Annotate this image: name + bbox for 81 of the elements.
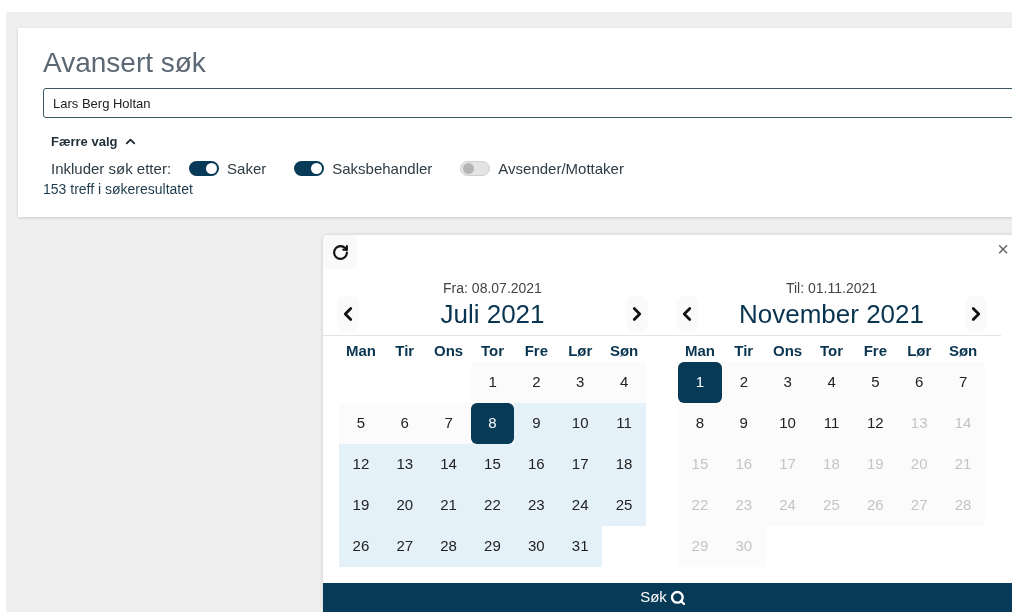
day-cell[interactable]: 3 bbox=[765, 362, 810, 403]
weekday-header: Tor bbox=[818, 341, 844, 361]
weekday-header: Søn bbox=[608, 341, 640, 361]
date-caption: Til: 01.11.2021 bbox=[784, 279, 879, 297]
day-cell[interactable]: 2 bbox=[514, 362, 559, 403]
day-cell[interactable]: 20 bbox=[382, 485, 427, 526]
search-field[interactable]: Lars Berg Holtan bbox=[43, 88, 1012, 118]
day-cell[interactable]: 9 bbox=[721, 403, 766, 444]
day-cell[interactable]: 5 bbox=[339, 403, 383, 444]
day-cell[interactable]: 11 bbox=[602, 403, 646, 444]
weekday-header: Lør bbox=[567, 341, 594, 361]
next-month-button[interactable] bbox=[626, 296, 648, 332]
day-cell[interactable]: 13 bbox=[382, 444, 427, 485]
toggle-switch[interactable] bbox=[189, 161, 220, 177]
day-cell[interactable]: 14 bbox=[426, 444, 471, 485]
day-cell[interactable]: 7 bbox=[426, 403, 471, 444]
day-cell[interactable]: 8 bbox=[678, 403, 722, 444]
weekday-header: Lør bbox=[906, 341, 933, 361]
next-month-button[interactable] bbox=[965, 296, 987, 332]
weekday-header: Ons bbox=[772, 341, 804, 361]
day-cell[interactable]: 12 bbox=[853, 403, 898, 444]
weekday-header: Ons bbox=[433, 341, 465, 361]
day-cell[interactable]: 6 bbox=[897, 362, 942, 403]
day-cell[interactable]: 4 bbox=[809, 362, 854, 403]
day-cell[interactable]: 1 bbox=[470, 362, 515, 403]
day-cell[interactable]: 4 bbox=[602, 362, 646, 403]
day-cell[interactable]: 3 bbox=[558, 362, 603, 403]
result-count: 153 treff i søkeresultatet bbox=[43, 180, 194, 198]
day-cell[interactable]: 26 bbox=[339, 526, 383, 567]
day-cell[interactable]: 23 bbox=[514, 485, 559, 526]
day-cell[interactable]: 30 bbox=[514, 526, 559, 567]
day-cell[interactable]: 15 bbox=[470, 444, 515, 485]
include-label: Inkluder søk etter: bbox=[51, 158, 172, 179]
day-cell[interactable]: 6 bbox=[382, 403, 427, 444]
page-title: Avansert søk bbox=[43, 46, 207, 80]
weekday-header: Man bbox=[683, 341, 716, 361]
day-cell[interactable]: 9 bbox=[514, 403, 559, 444]
previous-month-button[interactable] bbox=[676, 296, 698, 332]
weekday-header: Søn bbox=[947, 341, 979, 361]
previous-month-button[interactable] bbox=[337, 296, 359, 332]
day-cell[interactable]: 27 bbox=[382, 526, 427, 567]
day-cell[interactable]: 11 bbox=[809, 403, 854, 444]
day-cell[interactable]: 10 bbox=[765, 403, 810, 444]
day-cell[interactable]: 29 bbox=[470, 526, 515, 567]
weekday-header: Man bbox=[344, 341, 377, 361]
day-cell[interactable]: 12 bbox=[339, 444, 383, 485]
day-cell[interactable]: 31 bbox=[558, 526, 603, 567]
search-submit-button[interactable]: Søk bbox=[323, 583, 1012, 612]
weekday-header: Tir bbox=[394, 341, 416, 361]
close-button[interactable]: × bbox=[997, 239, 1009, 259]
day-cell[interactable]: 18 bbox=[602, 444, 646, 485]
day-cell[interactable]: 17 bbox=[558, 444, 603, 485]
day-cell[interactable]: 22 bbox=[470, 485, 515, 526]
toggle-switch[interactable] bbox=[294, 161, 325, 177]
refresh-icon bbox=[331, 243, 349, 261]
fewer-options-button[interactable]: Færre valg bbox=[51, 132, 139, 152]
day-cell[interactable]: 21 bbox=[426, 485, 471, 526]
day-cell[interactable]: 25 bbox=[602, 485, 646, 526]
day-cell[interactable]: 1 bbox=[678, 362, 722, 403]
day-cell[interactable]: 16 bbox=[514, 444, 559, 485]
day-cell[interactable]: 24 bbox=[558, 485, 603, 526]
weekday-header: Fre bbox=[523, 341, 549, 361]
day-cell[interactable]: 10 bbox=[558, 403, 603, 444]
day-cell[interactable]: 8 bbox=[470, 403, 515, 444]
weekday-header: Tir bbox=[733, 341, 755, 361]
day-cell[interactable]: 19 bbox=[339, 485, 383, 526]
toggle-switch[interactable] bbox=[460, 161, 491, 177]
date-caption: Fra: 08.07.2021 bbox=[442, 279, 543, 297]
month-title: Juli 2021 bbox=[440, 297, 545, 331]
refresh-button[interactable] bbox=[323, 235, 357, 269]
day-cell[interactable]: 28 bbox=[426, 526, 471, 567]
search-icon bbox=[669, 589, 686, 606]
toggle-label: Saksbehandler bbox=[332, 158, 433, 179]
day-cell[interactable]: 7 bbox=[941, 362, 985, 403]
day-cell[interactable]: 2 bbox=[721, 362, 766, 403]
toggle-label: Avsender/Mottaker bbox=[498, 158, 624, 179]
day-cell[interactable]: 5 bbox=[853, 362, 898, 403]
weekday-header: Tor bbox=[479, 341, 505, 361]
toggle-label: Saker bbox=[227, 158, 267, 179]
weekday-header: Fre bbox=[862, 341, 888, 361]
month-title: November 2021 bbox=[739, 297, 924, 331]
